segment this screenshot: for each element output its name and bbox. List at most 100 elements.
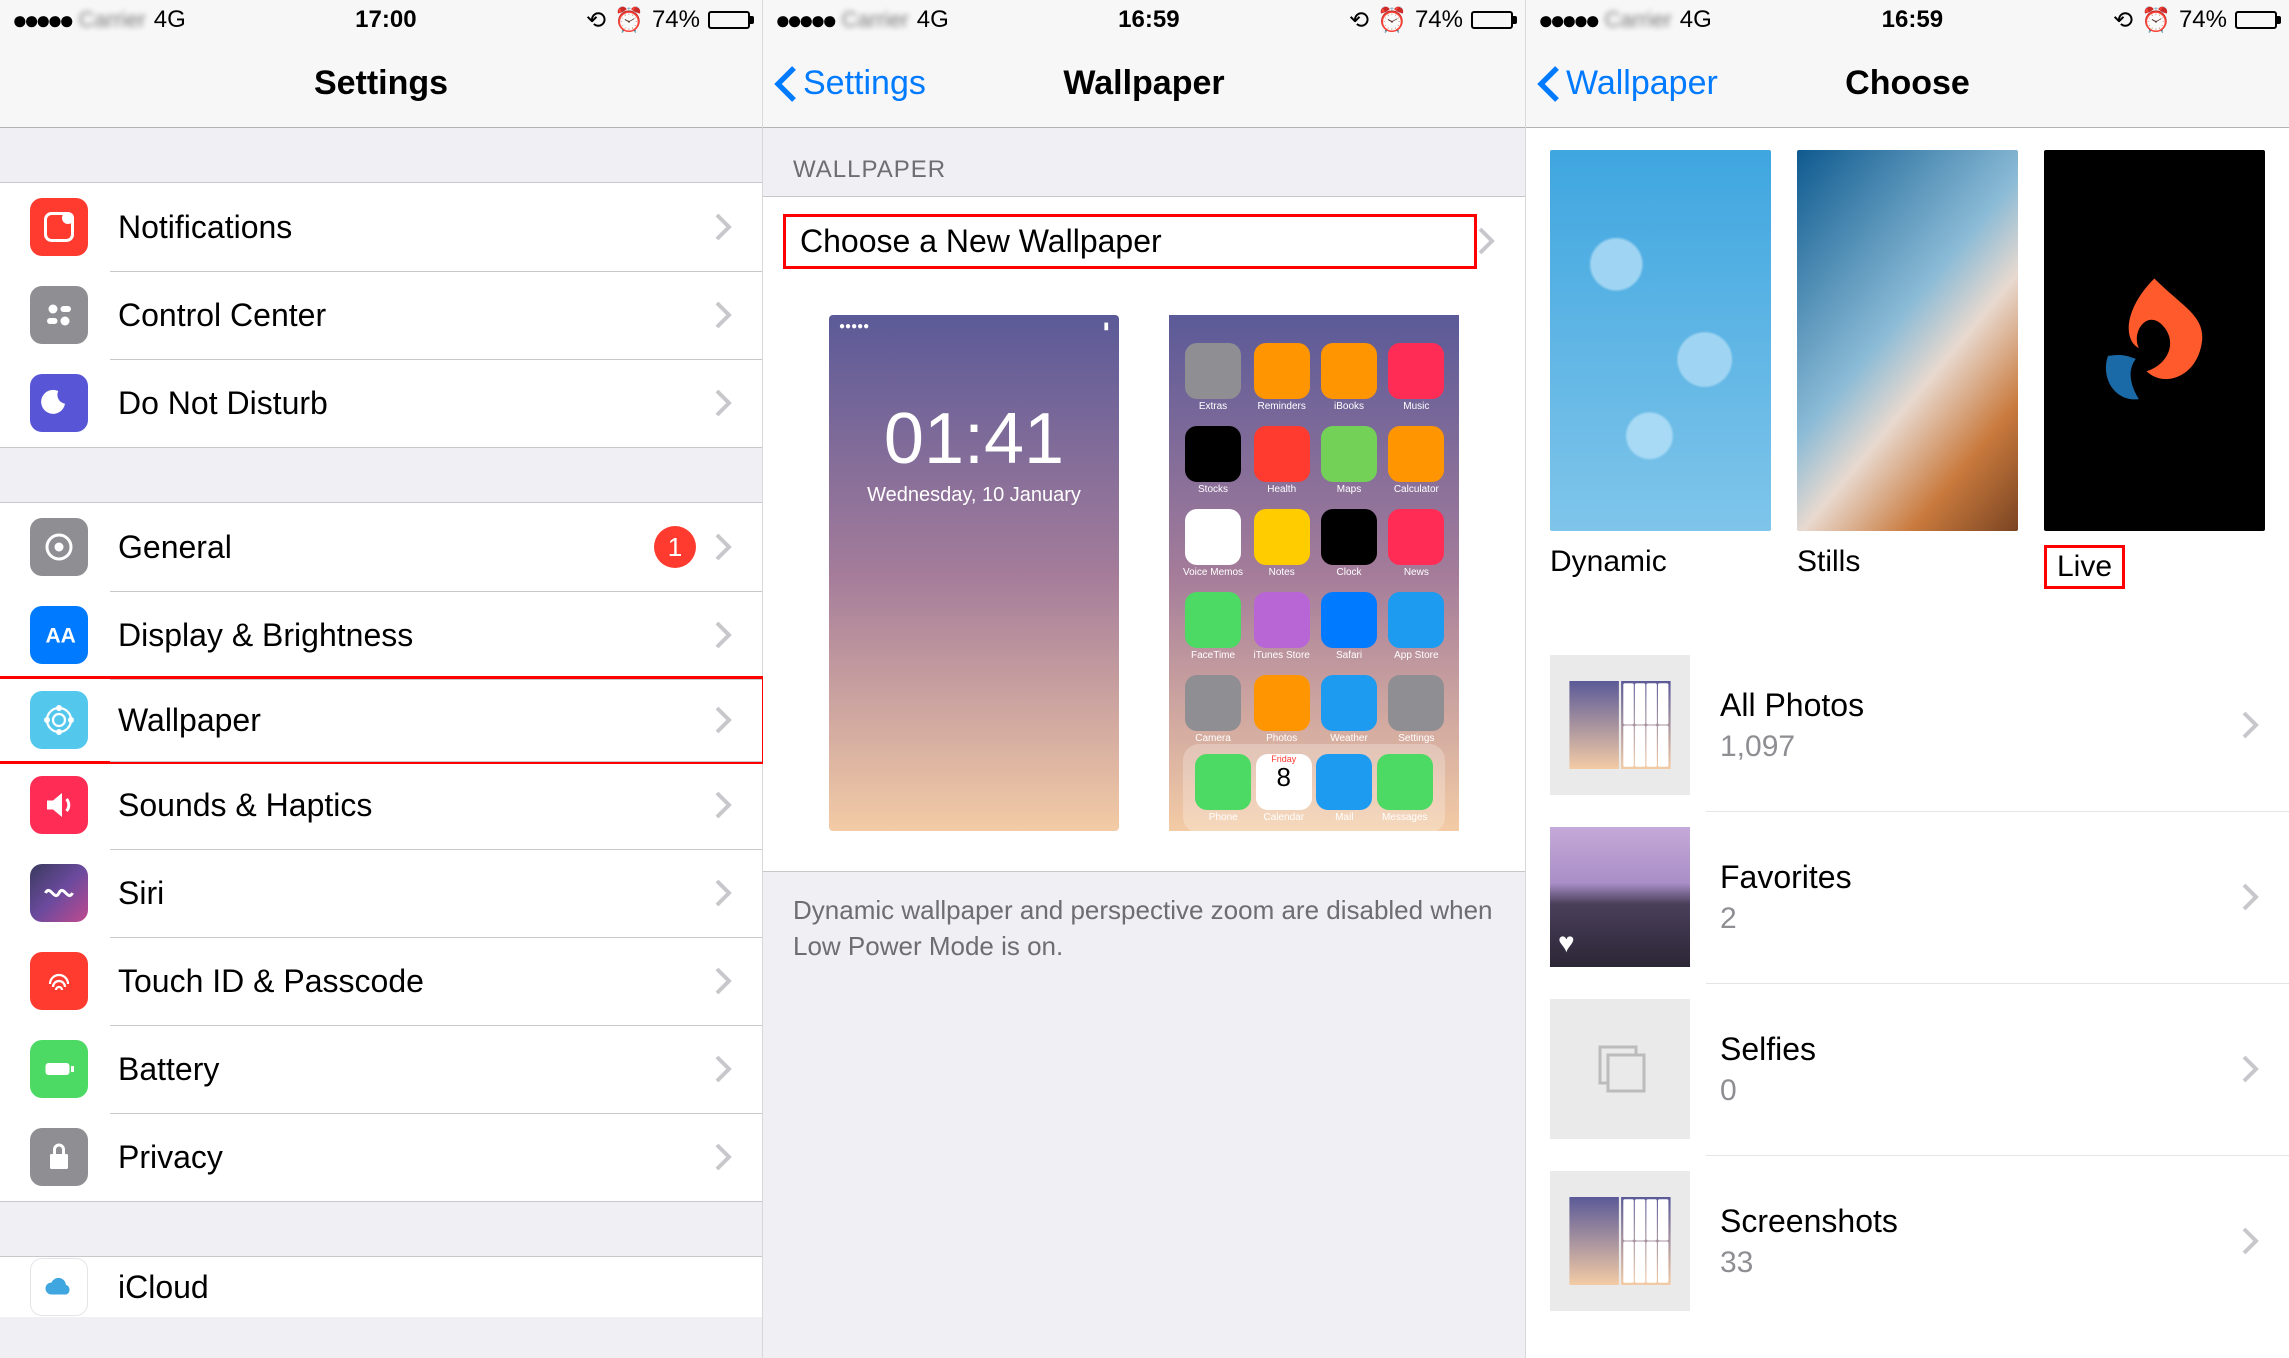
app-icon: [1321, 592, 1377, 648]
lock-screen-preview[interactable]: ●●●●●▮ 01:41 Wednesday, 10 January: [829, 315, 1119, 831]
album-count: 0: [1720, 1074, 2241, 1108]
album-thumb: [1550, 1171, 1690, 1311]
lock-date: Wednesday, 10 January: [867, 484, 1081, 507]
dock-app-icon: Friday8: [1256, 754, 1312, 810]
battery-icon: [708, 11, 750, 29]
row-label: Siri: [118, 875, 714, 912]
row-label: Do Not Disturb: [118, 385, 714, 422]
album-count: 2: [1720, 902, 2241, 936]
row-label: Battery: [118, 1051, 714, 1088]
row-battery[interactable]: Battery: [0, 1025, 762, 1113]
row-display[interactable]: AA Display & Brightness: [0, 591, 762, 679]
back-label: Wallpaper: [1566, 64, 1718, 103]
row-icloud[interactable]: iCloud: [0, 1257, 762, 1317]
clock: 16:59: [1118, 6, 1179, 34]
back-button[interactable]: Settings: [773, 64, 926, 104]
app-icon: [1388, 343, 1444, 399]
choose-new-wallpaper-row[interactable]: Choose a New Wallpaper: [763, 197, 1525, 285]
network-label: 4G: [1680, 6, 1712, 34]
row-privacy[interactable]: Privacy: [0, 1113, 762, 1201]
wallpaper-icon: [30, 691, 88, 749]
carrier-label: Carrier: [1605, 7, 1672, 33]
app-label: News: [1404, 567, 1429, 578]
app-icon: [1185, 343, 1241, 399]
dock-app-icon: [1377, 754, 1433, 810]
battery-icon: [2235, 11, 2277, 29]
home-screen-preview[interactable]: ExtrasRemindersiBooksMusicStocksHealthMa…: [1169, 315, 1459, 831]
album-selfies[interactable]: Selfies 0: [1526, 983, 2289, 1155]
dock-app-label: Phone: [1209, 812, 1238, 823]
row-touchid[interactable]: Touch ID & Passcode: [0, 937, 762, 1025]
battery-row-icon: [30, 1040, 88, 1098]
album-screenshots[interactable]: Screenshots 33: [1526, 1155, 2289, 1327]
app-label: Health: [1267, 484, 1296, 495]
chevron-icon: [714, 388, 732, 418]
row-siri[interactable]: Siri: [0, 849, 762, 937]
back-button[interactable]: Wallpaper: [1536, 64, 1718, 104]
display-icon: AA: [30, 606, 88, 664]
row-control-center[interactable]: Control Center: [0, 271, 762, 359]
chevron-icon: [2241, 710, 2259, 740]
album-all-photos[interactable]: All Photos 1,097: [1526, 639, 2289, 811]
siri-icon: [30, 864, 88, 922]
alarm-icon: ⏰: [1377, 6, 1407, 35]
app-icon: [1388, 509, 1444, 565]
category-live[interactable]: Live: [2044, 150, 2265, 589]
live-thumb: [2044, 150, 2265, 531]
wallpaper-preview-pair: ●●●●●▮ 01:41 Wednesday, 10 January Extra…: [763, 285, 1525, 872]
wallpaper-group: Choose a New Wallpaper: [763, 196, 1525, 285]
chevron-icon: [714, 300, 732, 330]
settings-screen: ●●●●● Carrier 4G 17:00 ⟲ ⏰ 74% Settings …: [0, 0, 763, 1358]
album-favorites[interactable]: ♥ Favorites 2: [1526, 811, 2289, 983]
battery-pct: 74%: [652, 6, 700, 34]
orientation-lock-icon: ⟲: [586, 6, 606, 35]
photo-albums: All Photos 1,097 ♥ Favorites 2: [1526, 639, 2289, 1327]
footnote: Dynamic wallpaper and perspective zoom a…: [763, 872, 1525, 985]
chevron-icon: [714, 790, 732, 820]
clock: 16:59: [1882, 6, 1943, 34]
category-label: Dynamic: [1550, 545, 1771, 579]
category-label: Stills: [1797, 545, 2018, 579]
notifications-icon: [30, 198, 88, 256]
settings-group-1: Notifications Control Center Do Not Dist…: [0, 182, 762, 448]
app-icon: [1321, 675, 1377, 731]
dnd-icon: [30, 374, 88, 432]
section-header: WALLPAPER: [763, 128, 1525, 196]
row-dnd[interactable]: Do Not Disturb: [0, 359, 762, 447]
dock: PhoneFriday8CalendarMailMessages: [1183, 744, 1445, 833]
category-dynamic[interactable]: Dynamic: [1550, 150, 1771, 589]
chevron-icon: [714, 966, 732, 996]
alarm-icon: ⏰: [614, 6, 644, 35]
row-sounds[interactable]: Sounds & Haptics: [0, 761, 762, 849]
category-label: Live: [2044, 545, 2125, 589]
row-wallpaper[interactable]: Wallpaper: [0, 676, 765, 764]
page-title: Settings: [314, 64, 448, 103]
settings-group-2: General 1 AA Display & Brightness Wallpa…: [0, 502, 762, 1202]
status-bar: ●●●●● Carrier 4G 16:59 ⟲ ⏰ 74%: [763, 0, 1525, 40]
album-title: Selfies: [1720, 1031, 2241, 1068]
app-label: Settings: [1398, 733, 1434, 744]
album-title: All Photos: [1720, 687, 2241, 724]
orientation-lock-icon: ⟲: [1349, 6, 1369, 35]
battery-pct: 74%: [1415, 6, 1463, 34]
chevron-icon: [714, 878, 732, 908]
control-center-icon: [30, 286, 88, 344]
signal-icon: ●●●●●: [1538, 5, 1597, 36]
row-label: Notifications: [118, 209, 714, 246]
row-label: Sounds & Haptics: [118, 787, 714, 824]
status-bar: ●●●●● Carrier 4G 17:00 ⟲ ⏰ 74%: [0, 0, 762, 40]
orientation-lock-icon: ⟲: [2113, 6, 2133, 35]
app-icon: [1254, 509, 1310, 565]
row-notifications[interactable]: Notifications: [0, 183, 762, 271]
svg-text:AA: AA: [46, 625, 76, 648]
app-label: Weather: [1330, 733, 1368, 744]
signal-icon: ●●●●●: [775, 5, 834, 36]
chevron-left-icon: [1536, 64, 1562, 104]
battery-icon: [1471, 11, 1513, 29]
category-stills[interactable]: Stills: [1797, 150, 2018, 589]
app-icon: [1185, 675, 1241, 731]
alarm-icon: ⏰: [2141, 6, 2171, 35]
row-label: General: [118, 529, 654, 566]
row-general[interactable]: General 1: [0, 503, 762, 591]
app-icon-grid: ExtrasRemindersiBooksMusicStocksHealthMa…: [1183, 343, 1445, 744]
